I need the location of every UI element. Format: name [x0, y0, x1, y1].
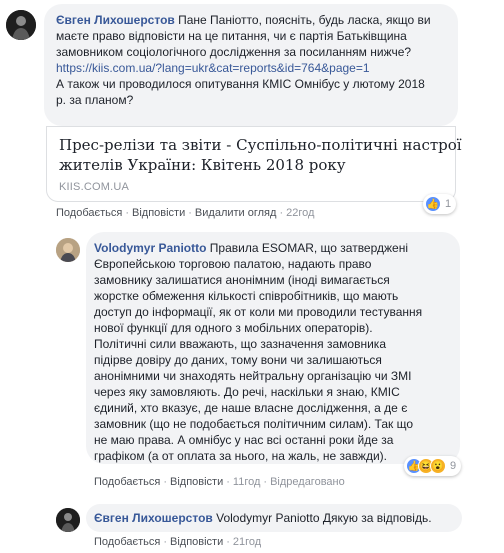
- comment-line: жорстке обмеження кількості співробітник…: [94, 289, 399, 303]
- comment-time[interactable]: 11год: [233, 476, 260, 488]
- avatar[interactable]: [56, 508, 80, 532]
- comment-line: р. за планом?: [56, 93, 134, 107]
- comment-line: Volodymyr Paniotto Дякую за відповідь.: [216, 511, 432, 525]
- comment-text: Volodymyr Paniotto Правила ESOMAR, що за…: [94, 240, 456, 464]
- comment-line: маєте право відповісти на це питання, чи…: [56, 29, 407, 43]
- comment-line: замовник (що не подобається політичним с…: [94, 417, 414, 431]
- wow-icon: 😮: [430, 458, 446, 474]
- reply-button[interactable]: Відповісти: [132, 207, 185, 219]
- comment-actions: Подобається · Відповісти · 11год · Відредагова…: [94, 476, 345, 488]
- comment-line: Європейською торговою палатою, надають п…: [94, 257, 372, 271]
- avatar-photo: [56, 238, 80, 262]
- avatar-photo: [56, 508, 80, 532]
- comment-time[interactable]: 21год: [233, 536, 261, 548]
- comment-text: Євген Лихошерстов Volodymyr Paniotto Дяк…: [94, 510, 432, 526]
- comment-line: єдиний, хто вказує, де наше власне дослі…: [94, 401, 408, 415]
- comment-line: А також чи проводилося опитування КМІС О…: [56, 77, 425, 91]
- like-button[interactable]: Подобається: [94, 476, 160, 488]
- comment-line: не маю права. А омнібус у нас всі останн…: [94, 433, 394, 447]
- comment-line: доступ до інформації, як от коли ми пров…: [94, 305, 423, 319]
- comment-author[interactable]: Євген Лихошерстов: [94, 511, 213, 525]
- like-button[interactable]: Подобається: [56, 207, 122, 219]
- reaction-count: 9: [450, 460, 457, 472]
- comment-line: підірве довіру до даних, тому вони чи за…: [94, 353, 382, 367]
- avatar-photo: [6, 10, 36, 40]
- comment-author[interactable]: Євген Лихошерстов: [56, 13, 175, 27]
- comment-text: Євген Лихошерстов Пане Паніотто, поясніт…: [56, 12, 456, 108]
- comment-link[interactable]: https://kiis.com.ua/?lang=ukr&cat=report…: [56, 60, 456, 76]
- comment-actions: Подобається · Відповісти · 21год: [94, 536, 262, 548]
- edited-label[interactable]: Відредаговано: [270, 476, 345, 488]
- link-preview[interactable]: Прес-релізи та звіти - Суспільно-політич…: [46, 126, 462, 202]
- comment-author[interactable]: Volodymyr Paniotto: [94, 241, 206, 255]
- reaction-summary[interactable]: 👍 1: [423, 194, 457, 214]
- reply-button[interactable]: Відповісти: [170, 536, 223, 548]
- reaction-summary[interactable]: 👍 😆 😮 9: [404, 456, 462, 476]
- reaction-count: 1: [445, 198, 452, 210]
- comment-line: Правила ESOMAR, що затверджені: [209, 241, 408, 255]
- comment-line: Пане Паніотто, поясніть, будь ласка, якщ…: [178, 13, 431, 27]
- avatar[interactable]: [6, 10, 36, 40]
- comment-actions: Подобається · Відповісти · Видалити огляд · 22…: [56, 207, 315, 219]
- link-preview-title: Прес-релізи та звіти - Суспільно-політич…: [59, 136, 462, 174]
- comment-line: анонімними чи знаходять нейтральну орган…: [94, 369, 412, 383]
- link-preview-domain: KIIS.COM.UA: [59, 181, 130, 193]
- like-button[interactable]: Подобається: [94, 536, 160, 548]
- comment-line: нової функції для одного з мобільних опе…: [94, 321, 373, 335]
- avatar[interactable]: [56, 238, 80, 262]
- comment-line: замовником соціологічного дослідження за…: [56, 45, 412, 59]
- delete-preview-button[interactable]: Видалити огляд: [195, 207, 277, 219]
- comment-line: замовнику залишатися анонімним (іноді ви…: [94, 273, 390, 287]
- comment-line: через яку замовляють. До речі, наскільки…: [94, 385, 400, 399]
- comment-line: графіком (а от оплата за нього, на жаль,…: [94, 449, 387, 463]
- comment-line: Політичні сили вважають, що зазначення з…: [94, 337, 386, 351]
- reply-button[interactable]: Відповісти: [170, 476, 223, 488]
- like-icon: 👍: [425, 196, 441, 212]
- comment-time[interactable]: 22год: [286, 207, 314, 219]
